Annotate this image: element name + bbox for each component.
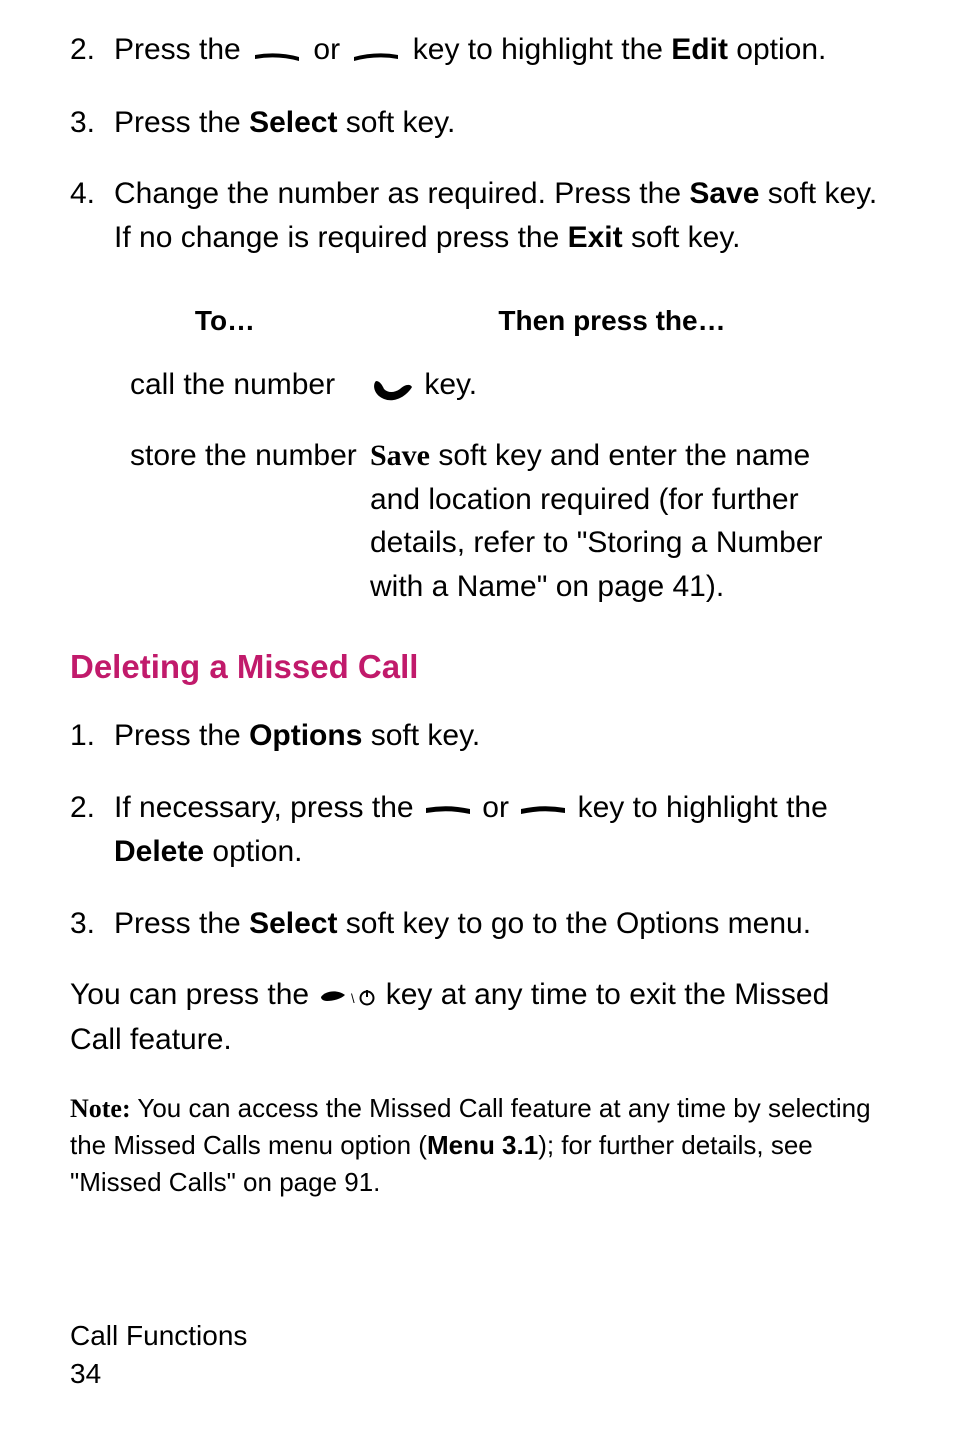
section-heading: Deleting a Missed Call (70, 648, 884, 686)
step-2: 2. Press the or key to highlight the Edi… (70, 28, 884, 73)
header-then: Then press the… (370, 305, 884, 337)
text: key. (424, 368, 477, 401)
text: Press the (114, 33, 249, 66)
text: or (313, 33, 348, 66)
table-header: To… Then press the… (70, 305, 884, 337)
text: Press the (114, 106, 249, 139)
svg-text:\: \ (351, 991, 355, 1006)
step-body: Change the number as required. Press the… (114, 172, 884, 259)
step-number: 1. (70, 714, 114, 758)
text: If necessary, press the (114, 791, 422, 824)
text: Change the number as required. Press the (114, 177, 689, 210)
nav-key-icon-b (517, 787, 569, 831)
text: You can press the (70, 978, 317, 1011)
text: option. (212, 835, 302, 868)
select-label: Select (249, 106, 337, 139)
text: or (482, 791, 517, 824)
page-footer: Call Functions 34 (70, 1317, 247, 1393)
text: Press the (114, 719, 249, 752)
step-body: If necessary, press the or key to highli… (114, 786, 884, 874)
action-table: To… Then press the… call the number key.… (70, 305, 884, 608)
text: soft key. (346, 106, 455, 139)
cell-call-number: call the number (70, 363, 370, 408)
cell-store-instructions: Save soft key and enter the name and loc… (370, 434, 884, 608)
step-3: 3. Press the Select soft key. (70, 101, 884, 145)
end-power-key-icon: \ (317, 975, 377, 1019)
text: soft key to go to the Options menu. (346, 907, 811, 940)
step-number: 3. (70, 902, 114, 946)
del-step-2: 2. If necessary, press the or key to hig… (70, 786, 884, 874)
save-label: Save (689, 177, 759, 210)
select-label: Select (249, 907, 337, 940)
text: Press the (114, 907, 249, 940)
exit-label: Exit (568, 221, 623, 254)
footer-page: 34 (70, 1355, 247, 1393)
step-number: 2. (70, 786, 114, 874)
text: soft key and enter the name and location… (370, 439, 823, 603)
cell-store-number: store the number (70, 434, 370, 608)
step-body: Press the Select soft key. (114, 101, 884, 145)
nav-key-icon-a (422, 787, 474, 831)
page-content: 2. Press the or key to highlight the Edi… (0, 0, 954, 1240)
note-label: Note: (70, 1094, 131, 1123)
text: key to highlight the (578, 791, 828, 824)
text: option. (736, 33, 826, 66)
del-step-3: 3. Press the Select soft key to go to th… (70, 902, 884, 946)
step-number: 3. (70, 101, 114, 145)
exit-paragraph: You can press the \ key at any time to e… (70, 973, 884, 1061)
call-key-icon (370, 365, 416, 409)
step-4: 4. Change the number as required. Press … (70, 172, 884, 259)
del-step-1: 1. Press the Options soft key. (70, 714, 884, 758)
step-number: 2. (70, 28, 114, 73)
step-body: Press the Select soft key to go to the O… (114, 902, 884, 946)
text: soft key. (371, 719, 480, 752)
cell-call-key: key. (370, 363, 884, 408)
step-body: Press the or key to highlight the Edit o… (114, 28, 884, 73)
step-number: 4. (70, 172, 114, 259)
menu-ref: Menu 3.1 (427, 1130, 538, 1160)
step-body: Press the Options soft key. (114, 714, 884, 758)
edit-label: Edit (671, 33, 728, 66)
note: Note: You can access the Missed Call fea… (70, 1090, 884, 1200)
table-row: store the number Save soft key and enter… (70, 434, 884, 608)
table-row: call the number key. (70, 363, 884, 408)
footer-title: Call Functions (70, 1317, 247, 1355)
text: key to highlight the (413, 33, 672, 66)
header-to: To… (70, 305, 370, 337)
delete-label: Delete (114, 835, 204, 868)
options-label: Options (249, 719, 362, 752)
nav-key-icon-b (348, 29, 404, 73)
text: soft key. (631, 221, 740, 254)
nav-key-icon-a (249, 29, 305, 73)
save-softkey-label: Save (370, 439, 430, 472)
